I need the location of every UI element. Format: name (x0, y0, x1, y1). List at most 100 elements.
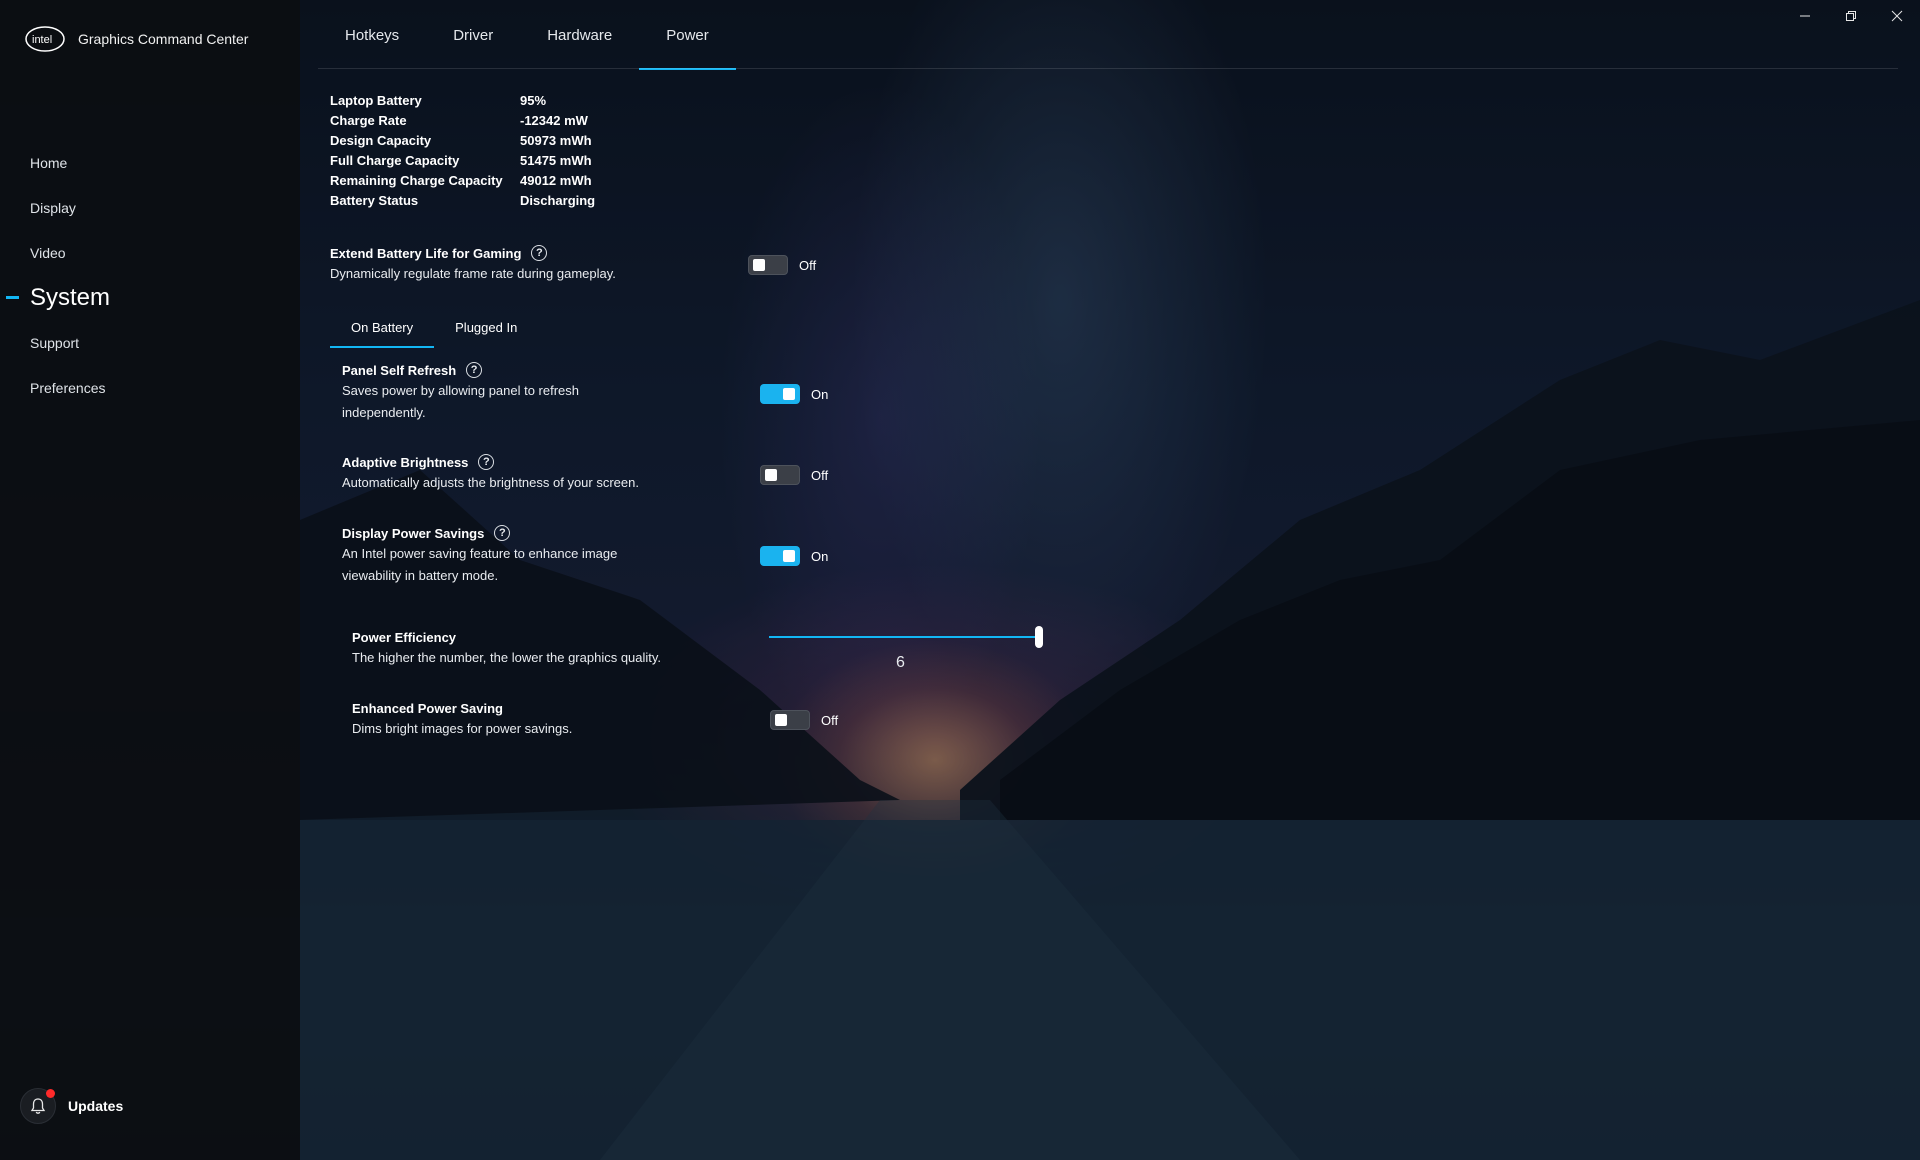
bell-icon (20, 1088, 56, 1124)
info-row: Charge Rate -12342 mW (330, 110, 595, 130)
tabs-divider (318, 68, 1898, 69)
bell-glyph (30, 1098, 46, 1114)
close-button[interactable] (1874, 0, 1920, 32)
intel-logo: intel (25, 26, 65, 52)
extend-battery-toggle-group: Off (748, 255, 816, 275)
minimize-icon (1800, 15, 1810, 17)
sidebar: intel Graphics Command Center Home Displ… (0, 0, 300, 1160)
help-icon[interactable]: ? (478, 454, 495, 470)
enhanced-power-saving-setting: Enhanced Power Saving Dims bright images… (352, 698, 572, 740)
info-row: Full Charge Capacity 51475 mWh (330, 150, 595, 170)
setting-title: Panel Self Refresh ? (342, 360, 579, 380)
tab-power[interactable]: Power (639, 0, 736, 70)
sidebar-item-label: Video (30, 244, 66, 261)
enhanced-power-saving-desc: Dims bright images for power savings. (352, 721, 573, 736)
sidebar-item-label: System (30, 283, 111, 311)
info-value: 51475 mWh (520, 152, 592, 168)
setting-title: Display Power Savings ? (342, 523, 617, 543)
subtab-on-battery[interactable]: On Battery (330, 306, 435, 348)
info-label: Remaining Charge Capacity (330, 172, 503, 188)
info-value: 50973 mWh (520, 132, 592, 148)
restore-button[interactable] (1828, 0, 1874, 32)
sidebar-item-video[interactable]: Video (0, 230, 300, 275)
adaptive-brightness-desc: Automatically adjusts the brightness of … (342, 475, 639, 490)
info-value: 49012 mWh (520, 172, 592, 188)
power-efficiency-desc: The higher the number, the lower the gra… (352, 650, 662, 665)
adaptive-brightness-toggle[interactable] (760, 465, 800, 485)
power-efficiency-value: 6 (896, 654, 905, 671)
display-power-savings-setting: Display Power Savings ? An Intel power s… (342, 523, 617, 587)
enhanced-power-saving-toggle-group: Off (770, 710, 838, 730)
updates-label: Updates (68, 1098, 124, 1114)
display-power-savings-toggle-group: On (760, 546, 828, 566)
tab-driver[interactable]: Driver (426, 0, 520, 70)
toggle-state-label: On (811, 548, 829, 564)
help-icon[interactable]: ? (466, 362, 483, 378)
info-row: Design Capacity 50973 mWh (330, 130, 595, 150)
panel-self-refresh-toggle-group: On (760, 384, 828, 404)
sidebar-item-label: Support (30, 334, 80, 351)
tab-hotkeys[interactable]: Hotkeys (318, 0, 426, 70)
info-value: -12342 mW (520, 112, 588, 128)
help-icon[interactable]: ? (531, 245, 548, 261)
toggle-state-label: On (811, 386, 829, 402)
adaptive-brightness-toggle-group: Off (760, 465, 828, 485)
enhanced-power-saving-toggle[interactable] (770, 710, 810, 730)
panel-self-refresh-setting: Panel Self Refresh ? Saves power by allo… (342, 360, 579, 424)
extend-battery-title: Extend Battery Life for Gaming (330, 245, 522, 261)
sidebar-nav: Home Display Video System Support Prefer… (0, 140, 300, 410)
info-label: Full Charge Capacity (330, 152, 460, 168)
slider-fill (769, 636, 1039, 638)
slider-thumb[interactable] (1035, 626, 1043, 648)
info-value: Discharging (520, 192, 596, 208)
info-label: Design Capacity (330, 132, 432, 148)
power-subtabs: On Battery Plugged In (330, 306, 538, 348)
display-power-savings-desc-1: An Intel power saving feature to enhance… (342, 546, 618, 561)
panel-self-refresh-desc-2: independently. (342, 405, 426, 420)
intel-logo-text: intel (32, 34, 52, 46)
updates-button[interactable]: Updates (20, 1088, 123, 1124)
panel-self-refresh-toggle[interactable] (760, 384, 800, 404)
toggle-state-label: Off (799, 257, 817, 273)
adaptive-brightness-setting: Adaptive Brightness ? Automatically adju… (342, 452, 639, 494)
notification-dot (46, 1089, 55, 1098)
toggle-knob (753, 259, 765, 271)
sidebar-item-system[interactable]: System (0, 275, 300, 320)
sidebar-item-display[interactable]: Display (0, 185, 300, 230)
toggle-knob (783, 388, 795, 400)
restore-icon (1846, 11, 1856, 21)
sidebar-item-label: Home (30, 154, 68, 171)
info-label: Battery Status (330, 192, 419, 208)
toggle-knob (783, 550, 795, 562)
info-label: Charge Rate (330, 112, 407, 128)
power-efficiency-slider[interactable] (769, 626, 1043, 650)
sidebar-item-support[interactable]: Support (0, 320, 300, 365)
extend-battery-toggle[interactable] (748, 255, 788, 275)
sidebar-item-label: Display (30, 199, 76, 216)
brand: intel Graphics Command Center (24, 24, 248, 54)
active-marker (6, 296, 19, 299)
top-tabs: Hotkeys Driver Hardware Power (318, 0, 736, 70)
sidebar-item-preferences[interactable]: Preferences (0, 365, 300, 410)
power-efficiency-title: Power Efficiency (352, 629, 457, 645)
display-power-savings-title: Display Power Savings (342, 525, 485, 541)
help-icon[interactable]: ? (494, 525, 511, 541)
sidebar-item-home[interactable]: Home (0, 140, 300, 185)
info-value: 95% (520, 92, 547, 108)
power-efficiency-setting: Power Efficiency The higher the number, … (352, 627, 661, 669)
panel-self-refresh-desc-1: Saves power by allowing panel to refresh (342, 383, 580, 398)
toggle-knob (775, 714, 787, 726)
toggle-knob (765, 469, 777, 481)
panel-self-refresh-title: Panel Self Refresh (342, 362, 457, 378)
info-row: Laptop Battery 95% (330, 90, 595, 110)
setting-title: Adaptive Brightness ? (342, 452, 639, 472)
toggle-state-label: Off (821, 712, 839, 728)
minimize-button[interactable] (1782, 0, 1828, 32)
extend-battery-desc: Dynamically regulate frame rate during g… (330, 266, 616, 281)
tab-hardware[interactable]: Hardware (520, 0, 639, 70)
battery-info: Laptop Battery 95% Charge Rate -12342 mW D… (330, 90, 595, 210)
display-power-savings-toggle[interactable] (760, 546, 800, 566)
close-icon (1891, 10, 1903, 22)
subtab-plugged-in[interactable]: Plugged In (434, 306, 538, 348)
setting-title: Extend Battery Life for Gaming ? (330, 243, 616, 263)
